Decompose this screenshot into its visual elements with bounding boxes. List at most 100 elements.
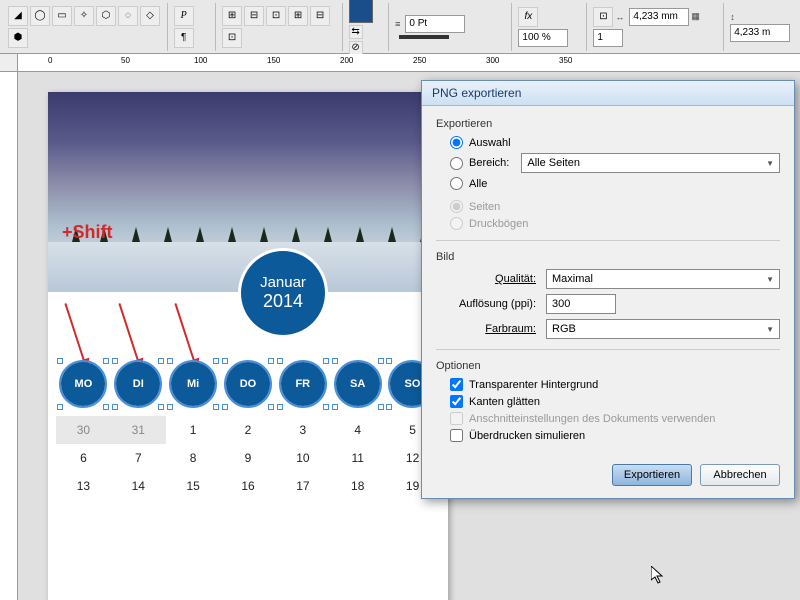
weekday-label: Mi — [187, 378, 199, 390]
check-overprint-input[interactable] — [450, 429, 463, 442]
align-icon[interactable]: ⊞ — [288, 6, 308, 26]
ruler-corner — [0, 54, 18, 72]
swap-icon[interactable]: ⇆ — [349, 25, 363, 39]
calendar-cell[interactable]: 8 — [166, 444, 221, 472]
calendar-cell[interactable]: 18 — [330, 472, 385, 500]
month-year: 2014 — [263, 291, 303, 312]
calendar-cell[interactable]: 1 — [166, 416, 221, 444]
radio-spreads-input — [450, 217, 463, 230]
weekday-fr[interactable]: FR — [281, 362, 325, 406]
tool-icon[interactable]: ◇ — [140, 6, 160, 26]
calendar-cell[interactable]: 7 — [111, 444, 166, 472]
weekday-sa[interactable]: SA — [336, 362, 380, 406]
radio-all[interactable]: Alle — [450, 177, 780, 190]
ruler-tick: 0 — [48, 56, 52, 65]
calendar-row: 13 14 15 16 17 18 19 — [56, 472, 440, 500]
calendar-cell[interactable]: 17 — [275, 472, 330, 500]
calendar-header-image — [48, 92, 448, 292]
tool-icon[interactable]: ◢ — [8, 6, 28, 26]
tutorial-arrow — [174, 303, 198, 370]
radio-range-input[interactable] — [450, 157, 463, 170]
ruler-tick: 150 — [267, 56, 280, 65]
ruler-tick: 100 — [194, 56, 207, 65]
tutorial-arrow — [118, 303, 142, 370]
none-icon[interactable]: ⊘ — [349, 41, 363, 55]
align-icon[interactable]: ⊞ — [222, 6, 242, 26]
stroke-preview[interactable] — [399, 35, 449, 39]
weekday-mi[interactable]: Mi — [171, 362, 215, 406]
calendar-cell[interactable]: 31 — [111, 416, 166, 444]
tool-icon[interactable]: ◯ — [30, 6, 50, 26]
calendar-cell[interactable]: 4 — [330, 416, 385, 444]
tool-icon[interactable]: ⬡ — [96, 6, 116, 26]
check-overprint-label: Überdrucken simulieren — [469, 430, 585, 442]
paragraph-icon[interactable]: P — [174, 6, 194, 26]
fx-icon[interactable]: fx — [518, 7, 538, 27]
dim-y-input[interactable] — [730, 24, 790, 42]
quality-combo[interactable]: Maximal — [546, 269, 780, 289]
cancel-button[interactable]: Abbrechen — [700, 464, 780, 486]
ruler-vertical — [0, 72, 18, 600]
tutorial-arrow — [64, 303, 88, 370]
calendar-cell[interactable]: 10 — [275, 444, 330, 472]
calendar-cell[interactable]: 11 — [330, 444, 385, 472]
align-icon[interactable]: ⊟ — [310, 6, 330, 26]
check-overprint[interactable]: Überdrucken simulieren — [450, 429, 780, 442]
section-image-label: Bild — [436, 251, 780, 263]
weekday-di[interactable]: DI — [116, 362, 160, 406]
radio-selection[interactable]: Auswahl — [450, 136, 780, 149]
radio-range[interactable]: Bereich: Alle Seiten — [450, 153, 780, 173]
weekday-do[interactable]: DO — [226, 362, 270, 406]
calendar-cell[interactable]: 6 — [56, 444, 111, 472]
radio-selection-input[interactable] — [450, 136, 463, 149]
divider — [436, 240, 780, 241]
quality-row: Qualität: Maximal — [436, 269, 780, 289]
calendar-cell[interactable]: 13 — [56, 472, 111, 500]
calendar-cell[interactable]: 14 — [111, 472, 166, 500]
png-export-dialog: PNG exportieren Exportieren Auswahl Bere… — [421, 80, 795, 499]
check-transparent[interactable]: Transparenter Hintergrund — [450, 378, 780, 391]
align-icon[interactable]: ⊡ — [222, 28, 242, 48]
weekday-label: FR — [295, 378, 310, 390]
stroke-weight-input[interactable] — [405, 15, 465, 33]
check-bleed-label: Anschnitteinstellungen des Dokuments ver… — [469, 413, 715, 425]
x-icon: ↔ — [615, 12, 624, 22]
weekday-mo[interactable]: MO — [61, 362, 105, 406]
stroke-icon: ≡ — [395, 19, 400, 29]
align-icon[interactable]: ⊡ — [266, 6, 286, 26]
month-badge[interactable]: Januar 2014 — [238, 248, 328, 338]
tool-icon[interactable]: ✧ — [74, 6, 94, 26]
calendar-cell[interactable]: 3 — [275, 416, 330, 444]
tool-icon[interactable]: ◌ — [118, 6, 138, 26]
tool-group-stroke: ≡ — [391, 3, 512, 51]
dim-x-input[interactable] — [629, 8, 689, 26]
dialog-buttons: Exportieren Abbrechen — [422, 456, 794, 498]
tool-group-transform2: ↕ — [726, 3, 796, 51]
check-transparent-input[interactable] — [450, 378, 463, 391]
calendar-cell[interactable]: 30 — [56, 416, 111, 444]
ruler-tick: 350 — [559, 56, 572, 65]
tool-icon[interactable]: ▭ — [52, 6, 72, 26]
tool-icon[interactable]: ⬢ — [8, 28, 28, 48]
calendar-cell[interactable]: 15 — [166, 472, 221, 500]
align-icon[interactable]: ⊟ — [244, 6, 264, 26]
resolution-input[interactable] — [546, 294, 616, 314]
crop-icon[interactable]: ⊡ — [593, 7, 613, 27]
count-input[interactable] — [593, 29, 623, 47]
fill-swatch[interactable] — [349, 0, 373, 23]
tool-icon[interactable]: ¶ — [174, 28, 194, 48]
opacity-input[interactable] — [518, 29, 568, 47]
tool-group-align: ⊞ ⊟ ⊡ ⊞ ⊟ ⊡ — [218, 3, 343, 51]
range-combo[interactable]: Alle Seiten — [521, 153, 780, 173]
check-antialias[interactable]: Kanten glätten — [450, 395, 780, 408]
radio-all-input[interactable] — [450, 177, 463, 190]
dialog-title: PNG exportieren — [422, 81, 794, 106]
colorspace-combo[interactable]: RGB — [546, 319, 780, 339]
calendar-cell[interactable]: 2 — [221, 416, 276, 444]
calendar-cell[interactable]: 9 — [221, 444, 276, 472]
calendar-cell[interactable]: 16 — [221, 472, 276, 500]
check-antialias-input[interactable] — [450, 395, 463, 408]
export-button[interactable]: Exportieren — [612, 464, 692, 486]
document-page[interactable]: +Shift Januar 2014 MO DI Mi DO FR SA SO … — [48, 92, 448, 600]
dialog-body: Exportieren Auswahl Bereich: Alle Seiten… — [422, 106, 794, 456]
